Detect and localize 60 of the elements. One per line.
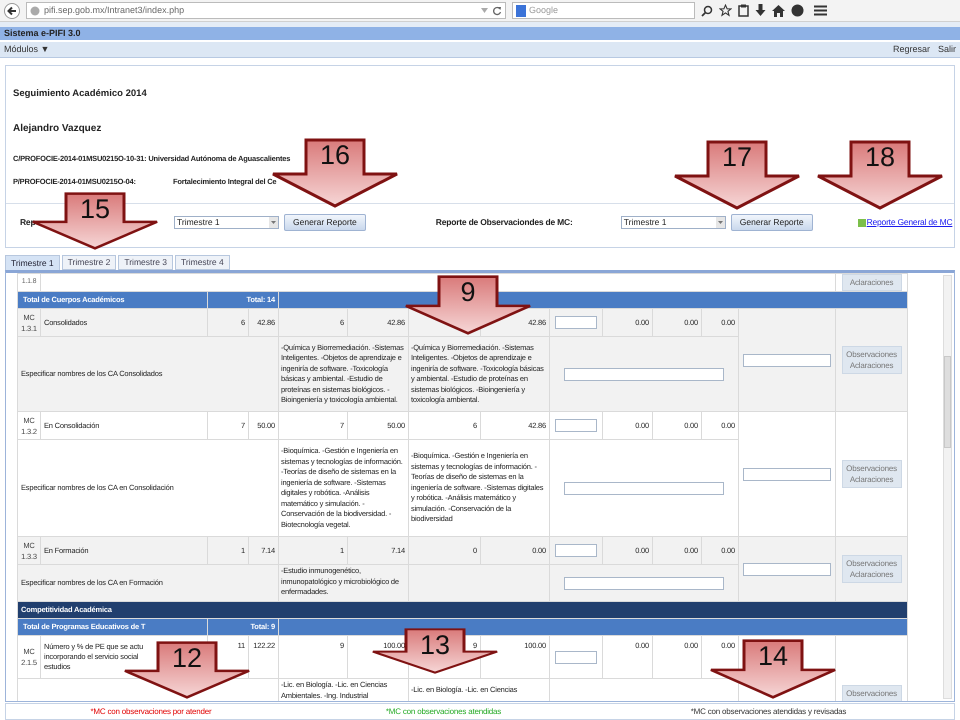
dropdown-icon[interactable]: [716, 217, 725, 228]
legend-text: *MC con observaciones por atender: [89, 706, 213, 718]
nav-link[interactable]: Salir: [938, 42, 956, 56]
text-area[interactable]: [743, 562, 832, 576]
generate-report-button[interactable]: Generar Reporte: [730, 214, 813, 231]
nav-link[interactable]: Regresar: [892, 42, 930, 56]
generate-report-button[interactable]: Generar Reporte: [284, 214, 366, 231]
search-placeholder: Google: [529, 4, 558, 17]
legend-text: *MC con observaciones atendidas y revisadas: [690, 706, 848, 718]
scrollbar[interactable]: [943, 275, 952, 699]
download-icon[interactable]: [755, 4, 766, 17]
observations-button[interactable]: Observaciones Aclaraciones: [842, 346, 902, 374]
home-icon[interactable]: [772, 4, 785, 16]
search-icon[interactable]: [701, 4, 713, 16]
callout-number: 12: [170, 643, 204, 673]
url-text: pifi.sep.gob.mx/Intranet3/index.php: [44, 4, 184, 17]
star-icon[interactable]: [719, 4, 732, 17]
person-name: Alejandro Vazquez: [13, 123, 102, 135]
tab[interactable]: Trimestre 2: [62, 255, 116, 270]
dropdown-icon[interactable]: [269, 217, 278, 228]
back-icon[interactable]: [4, 2, 20, 18]
text-area[interactable]: [743, 468, 832, 480]
callout-number: 14: [756, 641, 790, 671]
reload-icon[interactable]: [492, 6, 502, 16]
app-title: Sistema e-PIFI 3.0: [4, 26, 81, 40]
menu-icon[interactable]: [814, 5, 827, 16]
input-field[interactable]: [555, 419, 597, 432]
report-link[interactable]: Reporte General de MC: [866, 216, 952, 229]
tab[interactable]: Trimestre 4: [175, 255, 230, 270]
report-label: Reporte de Observaciondes de MC:: [436, 216, 574, 229]
callout-number: 15: [78, 194, 112, 224]
clipboard-icon[interactable]: [738, 4, 749, 17]
account-icon[interactable]: [791, 4, 804, 17]
input-field[interactable]: [555, 650, 597, 664]
callout-number: 17: [720, 142, 754, 172]
period-select[interactable]: Trimestre 1: [620, 216, 726, 229]
observations-button[interactable]: Aclaraciones: [842, 274, 902, 291]
period-select[interactable]: Trimestre 1: [174, 216, 279, 229]
text-area[interactable]: [564, 576, 724, 590]
legend-text: *MC con observaciones atendidas: [384, 706, 502, 718]
input-field[interactable]: [555, 316, 597, 329]
callout-number: 9: [459, 277, 477, 307]
modules-menu[interactable]: Módulos ▼: [4, 42, 50, 56]
input-field[interactable]: [555, 544, 597, 557]
callout-number: 18: [864, 142, 896, 172]
tab[interactable]: Trimestre 1: [5, 255, 60, 270]
address-bar[interactable]: pifi.sep.gob.mx/Intranet3/index.php: [26, 2, 506, 19]
text-area[interactable]: [564, 482, 724, 494]
text-area[interactable]: [743, 354, 832, 366]
scrollbar-thumb[interactable]: [944, 356, 951, 448]
observations-button[interactable]: Observaciones: [842, 685, 902, 701]
page-title: Seguimiento Académico 2014: [13, 88, 148, 100]
observations-button[interactable]: Observaciones Aclaraciones: [842, 460, 902, 488]
spreadsheet-icon: [858, 218, 866, 226]
search-engine-icon[interactable]: [516, 4, 526, 16]
dropdown-icon[interactable]: [481, 8, 488, 14]
text-area[interactable]: [564, 368, 724, 380]
callout-number: 16: [318, 140, 352, 170]
tab[interactable]: Trimestre 3: [118, 255, 174, 270]
observations-button[interactable]: Observaciones Aclaraciones: [842, 555, 902, 583]
